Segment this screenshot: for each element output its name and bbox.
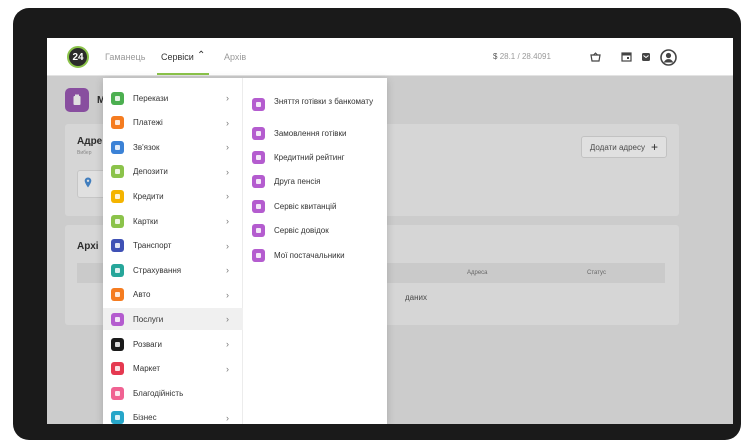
category-label: Маркет: [133, 364, 161, 374]
chevron-right-icon: ›: [226, 412, 229, 423]
service-label: Кредитний рейтинг: [274, 153, 345, 162]
nav-services[interactable]: Сервіси: [161, 52, 194, 62]
chevron-right-icon: ›: [226, 289, 229, 300]
service-icon: [252, 224, 265, 237]
chevron-right-icon: ›: [226, 142, 229, 153]
category-icon: [111, 362, 124, 376]
chevron-right-icon: ›: [226, 93, 229, 103]
category-icon: [111, 263, 124, 277]
service-menu-item[interactable]: Зняття готівки з банкомату: [244, 94, 387, 120]
chevron-right-icon: ›: [226, 191, 229, 202]
chevron-right-icon: ›: [226, 265, 229, 276]
chevron-right-icon: ›: [226, 216, 229, 226]
device-frame: 24 Гаманець Сервіси ⌃ Архів $ 28.1 / 28.…: [13, 8, 741, 440]
service-label: Сервіс довідок: [274, 226, 329, 235]
menu-category-item[interactable]: Платежі ›: [103, 112, 243, 134]
category-label: Бізнес: [133, 413, 157, 423]
menu-category-item[interactable]: Транспорт ›: [103, 235, 243, 257]
chevron-right-icon: ›: [226, 339, 229, 349]
category-icon: [111, 189, 124, 203]
menu-category-item[interactable]: Розваги ›: [103, 333, 243, 355]
service-icon: [252, 249, 265, 262]
nav-wallet[interactable]: Гаманець: [105, 52, 145, 62]
chevron-right-icon: ›: [226, 240, 229, 251]
menu-category-item[interactable]: Авто ›: [103, 284, 243, 306]
menu-category-item[interactable]: Бізнес ›: [103, 407, 243, 424]
service-menu-item[interactable]: Мої постачальники: [244, 248, 387, 264]
menu-category-item[interactable]: Страхування ›: [103, 259, 243, 281]
chevron-up-icon[interactable]: ⌃: [197, 50, 205, 61]
category-label: Послуги: [133, 314, 164, 324]
service-label: Мої постачальники: [274, 251, 345, 260]
service-menu-item[interactable]: Сервіс довідок: [244, 223, 387, 239]
second-rate: 28.4091: [521, 52, 551, 61]
menu-category-item[interactable]: Зв'язок ›: [103, 136, 243, 158]
category-label: Зв'язок: [133, 142, 160, 152]
chevron-right-icon: ›: [226, 314, 229, 325]
category-icon: [111, 386, 124, 400]
top-navigation: 24 Гаманець Сервіси ⌃ Архів $ 28.1 / 28.…: [47, 38, 733, 76]
menu-category-item[interactable]: Депозити ›: [103, 161, 243, 183]
service-menu-item[interactable]: Сервіс квитанцій: [244, 199, 387, 215]
cart-icon[interactable]: [589, 50, 602, 63]
service-menu-item[interactable]: Замовлення готівки: [244, 126, 387, 142]
category-icon: [111, 288, 124, 302]
nav-archive[interactable]: Архів: [224, 52, 246, 62]
category-label: Кредити: [133, 191, 164, 201]
category-icon: [111, 165, 124, 179]
category-label: Платежі: [133, 118, 163, 128]
service-label: Замовлення готівки: [274, 129, 347, 138]
category-label: Транспорт: [133, 241, 172, 251]
app-screen: 24 Гаманець Сервіси ⌃ Архів $ 28.1 / 28.…: [47, 38, 733, 424]
mail-icon[interactable]: [639, 50, 652, 63]
currency-rates[interactable]: $ 28.1 / 28.4091: [493, 52, 551, 61]
menu-category-item[interactable]: Маркет ›: [103, 358, 243, 380]
category-label: Страхування: [133, 265, 182, 275]
service-label: Друга пенсія: [274, 177, 321, 186]
category-icon: [111, 337, 124, 351]
menu-category-item[interactable]: Благодійність: [103, 382, 243, 404]
usd-rate: 28.1: [499, 52, 516, 61]
nav-active-indicator: [157, 73, 209, 75]
chevron-right-icon: ›: [226, 117, 229, 128]
service-menu-item[interactable]: Кредитний рейтинг: [244, 150, 387, 166]
service-icon: [252, 151, 265, 164]
services-submenu: Зняття готівки з банкомату Замовлення гот…: [244, 78, 387, 424]
menu-category-item[interactable]: Перекази ›: [103, 87, 243, 109]
service-icon: [252, 175, 265, 188]
service-icon: [252, 127, 265, 140]
category-icon: [111, 116, 124, 130]
category-label: Авто: [133, 290, 151, 300]
service-label: Сервіс квитанцій: [274, 202, 337, 211]
calendar-icon[interactable]: [620, 50, 633, 63]
category-icon: [111, 214, 124, 228]
category-icon: [111, 239, 124, 253]
category-list: Перекази › Платежі › Зв'язок › Депозити › Кредит…: [103, 78, 243, 424]
menu-category-item[interactable]: Кредити ›: [103, 185, 243, 207]
chevron-right-icon: ›: [226, 363, 229, 374]
category-label: Картки: [133, 216, 159, 226]
category-label: Розваги: [133, 339, 163, 349]
services-dropdown: Перекази › Платежі › Зв'язок › Депозити › Кредит…: [103, 78, 387, 424]
rate-separator: /: [517, 52, 520, 61]
menu-category-item[interactable]: Послуги ›: [103, 308, 243, 331]
avatar-icon[interactable]: [659, 48, 677, 66]
service-icon: [252, 200, 265, 213]
chevron-right-icon: ›: [226, 166, 229, 177]
menu-category-item[interactable]: Картки ›: [103, 210, 243, 232]
category-icon: [111, 140, 124, 154]
privat24-logo[interactable]: 24: [67, 46, 89, 68]
service-icon: [252, 98, 265, 111]
category-label: Перекази: [133, 93, 169, 103]
category-label: Благодійність: [133, 388, 184, 398]
category-icon: [111, 411, 124, 424]
category-icon: [111, 91, 124, 105]
service-label: Зняття готівки з банкомату: [274, 97, 374, 106]
category-label: Депозити: [133, 167, 168, 177]
service-menu-item[interactable]: Друга пенсія: [244, 174, 387, 190]
category-icon: [111, 312, 124, 326]
usd-symbol: $: [493, 52, 498, 61]
